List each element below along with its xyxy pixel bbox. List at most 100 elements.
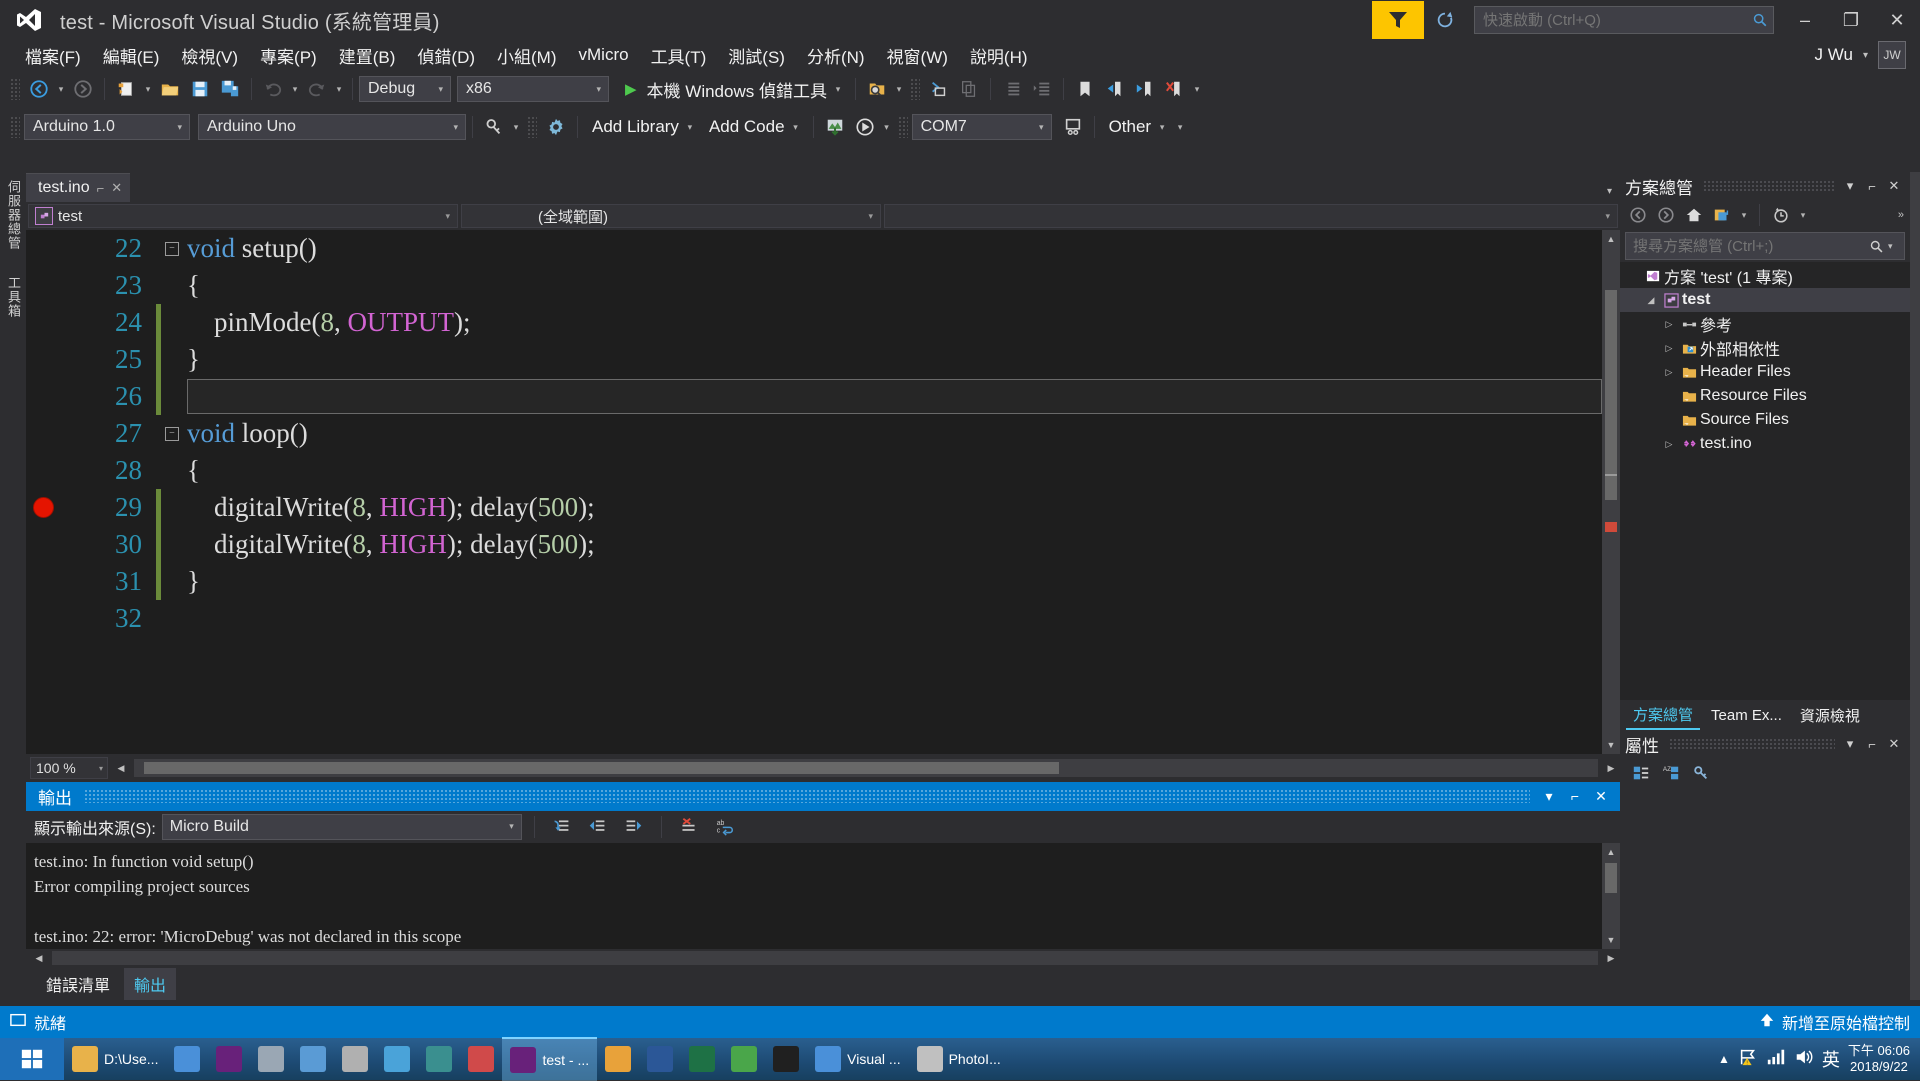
tree-node[interactable]: ▷ 參考	[1620, 312, 1910, 336]
menu-item-view[interactable]: 檢視(V)	[170, 40, 249, 71]
editor-horizontal-scrollbar[interactable]	[134, 759, 1598, 777]
word-wrap-icon[interactable]: ab c	[710, 812, 740, 842]
panel-drag-handle[interactable]	[84, 789, 1530, 804]
toolbar-grip[interactable]	[10, 116, 20, 138]
zoom-level-dropdown[interactable]: 100 % ▾	[30, 757, 108, 779]
menu-item-analyze[interactable]: 分析(N)	[796, 40, 876, 71]
code-line[interactable]: 27 − void loop()	[26, 415, 1602, 452]
scrollbar-thumb[interactable]	[144, 762, 1059, 774]
solution-platform-dropdown[interactable]: x86 ▾	[457, 76, 609, 102]
forward-icon[interactable]	[1653, 202, 1679, 228]
taskbar-item[interactable]: D:\Use...	[64, 1038, 166, 1080]
key-dropdown-icon[interactable]: ▾	[509, 112, 523, 142]
close-icon[interactable]: ✕	[1588, 783, 1614, 809]
chevron-right-icon[interactable]: ▷	[1660, 343, 1678, 354]
categorized-icon[interactable]	[1628, 760, 1654, 786]
search-icon[interactable]	[1747, 12, 1773, 28]
collapse-icon[interactable]: −	[165, 241, 179, 256]
save-all-icon[interactable]	[215, 74, 245, 104]
debug-start-icon[interactable]	[850, 112, 880, 142]
tree-node[interactable]: ▷ Header Files	[1620, 360, 1910, 384]
ime-indicator[interactable]: 英	[1822, 1046, 1840, 1072]
chevron-down-icon[interactable]: ▾	[502, 821, 521, 832]
alphabetical-icon[interactable]: AZ	[1658, 760, 1684, 786]
clear-all-icon[interactable]	[674, 812, 704, 842]
chevron-down-icon[interactable]: ▾	[789, 112, 803, 142]
toolbar-overflow-icon[interactable]: ▾	[1173, 112, 1187, 142]
new-file-icon[interactable]	[111, 74, 141, 104]
gear-icon[interactable]	[541, 112, 571, 142]
chevron-down-icon[interactable]: ▾	[1888, 241, 1904, 252]
scroll-down-icon[interactable]: ▼	[1602, 736, 1620, 754]
taskbar-clock[interactable]: 下午 06:06 2018/9/22	[1848, 1043, 1910, 1076]
redo-icon[interactable]	[302, 74, 332, 104]
solution-explorer-search-input[interactable]	[1626, 236, 1864, 256]
close-button[interactable]: ✕	[1874, 0, 1920, 40]
panel-drag-handle[interactable]	[1703, 180, 1835, 192]
redo-dropdown-icon[interactable]: ▾	[332, 74, 346, 104]
tab-resource-view[interactable]: 資源檢視	[1793, 702, 1867, 729]
undo-icon[interactable]	[258, 74, 288, 104]
taskbar-item[interactable]	[597, 1038, 639, 1080]
code-editor[interactable]: 22− void setup() 23{24 pinMode(8, OUTPUT);…	[26, 230, 1620, 754]
code-text[interactable]: }	[183, 566, 1602, 597]
property-pages-icon[interactable]	[1688, 760, 1714, 786]
chevron-down-icon[interactable]: ▾	[170, 122, 189, 133]
scroll-right-icon[interactable]: ▶	[1602, 953, 1620, 964]
windows-start-icon[interactable]	[0, 1038, 64, 1080]
pin-icon[interactable]: ⌐	[1861, 732, 1883, 756]
code-text[interactable]: void setup()	[183, 233, 1602, 264]
quick-launch-input[interactable]	[1475, 10, 1747, 30]
scroll-up-icon[interactable]: ▲	[1602, 230, 1620, 248]
sync-with-active-document-icon[interactable]	[1709, 202, 1735, 228]
next-bookmark-icon[interactable]	[1130, 74, 1160, 104]
chevron-down-icon[interactable]: ▾	[1737, 200, 1751, 230]
scroll-down-icon[interactable]: ▼	[1602, 931, 1620, 949]
navigate-forward-icon[interactable]	[68, 74, 98, 104]
code-content[interactable]: 22− void setup() 23{24 pinMode(8, OUTPUT);…	[26, 230, 1602, 754]
taskbar-item[interactable]: Visual ...	[807, 1038, 908, 1080]
chevron-down-icon[interactable]: ▾	[1607, 186, 1612, 197]
sidebar-item-server-explorer[interactable]: 伺服器總管	[0, 172, 27, 258]
clear-bookmarks-icon[interactable]	[1160, 74, 1190, 104]
maximize-button[interactable]: ❐	[1828, 0, 1874, 40]
navigate-back-icon[interactable]	[24, 74, 54, 104]
tree-node[interactable]: Source Files	[1620, 408, 1910, 432]
toolbar-grip[interactable]	[527, 116, 537, 138]
menu-item-project[interactable]: 專案(P)	[249, 40, 328, 71]
increase-indent-icon[interactable]	[1027, 74, 1057, 104]
menu-item-edit[interactable]: 編輯(E)	[92, 40, 171, 71]
chevron-down-icon[interactable]: ▾	[431, 84, 450, 95]
scrollbar-thumb[interactable]	[1605, 862, 1617, 893]
avatar[interactable]: JW	[1878, 41, 1906, 69]
chevron-right-icon[interactable]: ▷	[1660, 439, 1678, 450]
tree-node[interactable]: ▷ test.ino	[1620, 432, 1910, 456]
tree-node[interactable]: Resource Files	[1620, 384, 1910, 408]
solution-explorer-tree[interactable]: 方案 'test' (1 專案) ◢ test ▷ 參考 ▷ 外部相依性 ▷ Header Fi…	[1620, 262, 1910, 700]
add-code-button[interactable]: Add Code ▾	[701, 113, 807, 141]
new-file-dropdown-icon[interactable]: ▾	[141, 74, 155, 104]
menu-item-test[interactable]: 測試(S)	[717, 40, 796, 71]
overflow-icon[interactable]: »	[1898, 209, 1910, 221]
code-line[interactable]: 22 − void setup()	[26, 230, 1602, 267]
previous-bookmark-icon[interactable]	[1100, 74, 1130, 104]
chevron-down-icon[interactable]: ▾	[446, 122, 465, 133]
menu-item-tools[interactable]: 工具(T)	[640, 40, 718, 71]
home-icon[interactable]	[1681, 202, 1707, 228]
code-line[interactable]: 25}	[26, 341, 1602, 378]
chevron-down-icon[interactable]: ▾	[1863, 50, 1868, 61]
solution-configuration-dropdown[interactable]: Debug ▾	[359, 76, 451, 102]
chevron-down-icon[interactable]: ▾	[1032, 122, 1051, 133]
navigation-type-dropdown[interactable]: test ▾	[28, 204, 458, 228]
action-center-warning-icon[interactable]: !	[1738, 1047, 1758, 1072]
tab-solution-explorer[interactable]: 方案總管	[1626, 701, 1701, 730]
menu-item-team[interactable]: 小組(M)	[486, 40, 567, 71]
feedback-icon[interactable]	[1372, 1, 1424, 39]
taskbar-item[interactable]	[765, 1038, 807, 1080]
network-signal-icon[interactable]	[1766, 1047, 1786, 1072]
copy-icon[interactable]	[954, 74, 984, 104]
tab-team-explorer[interactable]: Team Ex...	[1704, 704, 1789, 727]
collapse-icon[interactable]: −	[165, 426, 179, 441]
chevron-down-icon[interactable]: ◢	[1642, 295, 1660, 306]
chevron-down-icon[interactable]: ▾	[1598, 211, 1617, 222]
